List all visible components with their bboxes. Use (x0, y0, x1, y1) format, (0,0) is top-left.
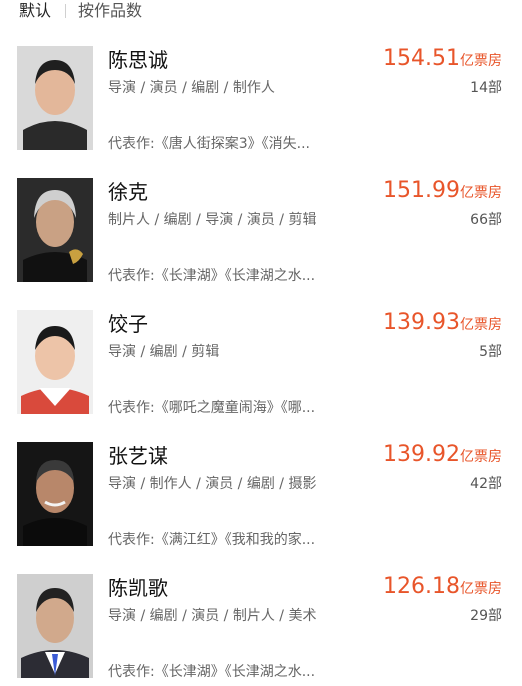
box-office-unit: 亿票房 (460, 317, 502, 333)
director-row[interactable]: 徐克 制片人 / 编剧 / 导演 / 演员 / 剪辑 代表作:《长津湖》《长津湖… (0, 162, 522, 294)
film-count: 66部 (470, 212, 502, 228)
film-count: 42部 (470, 476, 502, 492)
director-row[interactable]: 张艺谋 导演 / 制作人 / 演员 / 编剧 / 摄影 代表作:《满江红》《我和… (0, 426, 522, 558)
director-name: 陈凯歌 (108, 576, 168, 600)
box-office-value: 126.18 (383, 574, 460, 599)
director-works: 代表作:《满江红》《我和我的家... (108, 532, 316, 548)
box-office-unit: 亿票房 (460, 449, 502, 465)
film-count: 29部 (470, 608, 502, 624)
director-roles: 导演 / 编剧 / 剪辑 (108, 344, 220, 360)
director-row[interactable]: 陈思诚 导演 / 演员 / 编剧 / 制作人 代表作:《唐人街探案3》《消失..… (0, 30, 522, 162)
director-works: 代表作:《唐人街探案3》《消失... (108, 136, 310, 152)
box-office-unit: 亿票房 (460, 53, 502, 69)
sort-divider (65, 4, 66, 18)
sort-by-works-tab[interactable]: 按作品数 (78, 0, 142, 22)
director-roles: 导演 / 演员 / 编剧 / 制作人 (108, 80, 275, 96)
director-row[interactable]: 饺子 导演 / 编剧 / 剪辑 代表作:《哪吒之魔童闹海》《哪... 139.9… (0, 294, 522, 426)
film-count: 14部 (470, 80, 502, 96)
director-photo (17, 178, 93, 282)
film-count: 5部 (479, 344, 502, 360)
box-office-unit: 亿票房 (460, 581, 502, 597)
box-office-value: 139.93 (383, 310, 460, 335)
director-photo (17, 310, 93, 414)
box-office: 151.99亿票房 (383, 176, 502, 206)
director-photo (17, 574, 93, 678)
box-office: 139.92亿票房 (383, 440, 502, 470)
box-office-unit: 亿票房 (460, 185, 502, 201)
box-office-value: 151.99 (383, 178, 460, 203)
director-roles: 导演 / 编剧 / 演员 / 制片人 / 美术 (108, 608, 317, 624)
box-office: 139.93亿票房 (383, 308, 502, 338)
sort-default-tab[interactable]: 默认 (19, 0, 51, 22)
director-name: 徐克 (108, 180, 148, 204)
box-office: 154.51亿票房 (383, 44, 502, 74)
director-photo (17, 442, 93, 546)
director-roles: 导演 / 制作人 / 演员 / 编剧 / 摄影 (108, 476, 317, 492)
director-works: 代表作:《长津湖》《长津湖之水... (108, 268, 316, 284)
director-works: 代表作:《长津湖》《长津湖之水... (108, 664, 316, 680)
director-name: 陈思诚 (108, 48, 168, 72)
director-list: 陈思诚 导演 / 演员 / 编剧 / 制作人 代表作:《唐人街探案3》《消失..… (0, 30, 522, 686)
director-roles: 制片人 / 编剧 / 导演 / 演员 / 剪辑 (108, 212, 317, 228)
box-office-value: 139.92 (383, 442, 460, 467)
director-works: 代表作:《哪吒之魔童闹海》《哪... (108, 400, 316, 416)
sort-bar: 默认 按作品数 (0, 0, 522, 26)
box-office: 126.18亿票房 (383, 572, 502, 602)
director-photo (17, 46, 93, 150)
director-row[interactable]: 陈凯歌 导演 / 编剧 / 演员 / 制片人 / 美术 代表作:《长津湖》《长津… (0, 558, 522, 686)
director-name: 张艺谋 (108, 444, 168, 468)
box-office-value: 154.51 (383, 46, 460, 71)
director-name: 饺子 (108, 312, 148, 336)
